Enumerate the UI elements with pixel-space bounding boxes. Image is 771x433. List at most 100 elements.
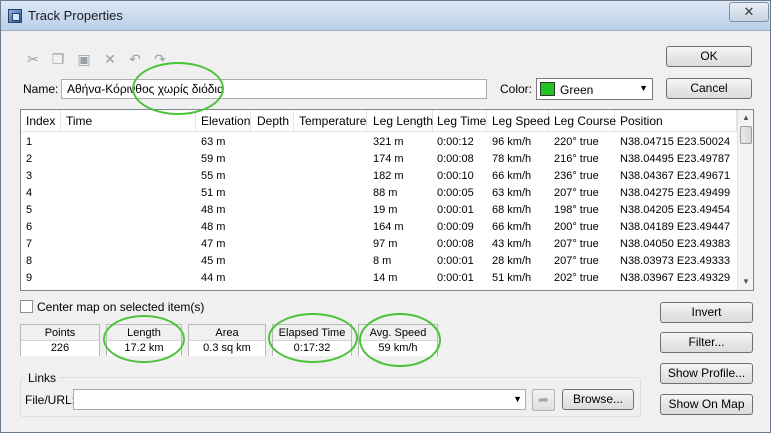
cell-position: N38.04205 E23.49454 (620, 204, 731, 216)
stat-value: 59 km/h (359, 341, 437, 356)
center-map-label: Center map on selected item(s) (37, 300, 205, 314)
cell-leg-time: 0:00:08 (437, 153, 474, 165)
cell-leg-course: 202° true (554, 272, 599, 284)
cell-leg-length: 14 m (373, 272, 398, 284)
cell-leg-length: 88 m (373, 187, 398, 199)
window-title: Track Properties (28, 8, 123, 23)
cell-leg-course: 236° true (554, 170, 599, 182)
table-row[interactable]: 1 63 m 321 m 0:00:12 96 km/h 220° true N… (21, 134, 737, 151)
redo-icon[interactable]: ↷ (152, 51, 168, 67)
name-input[interactable]: Αθήνα-Κόρινθος χωρίς διόδια (61, 79, 487, 99)
file-url-input[interactable]: ▼ (73, 389, 526, 410)
stat-value: 226 (21, 341, 99, 356)
stat-length: Length 17.2 km (106, 324, 182, 356)
cell-leg-time: 0:00:05 (437, 187, 474, 199)
browse-button[interactable]: Browse... (562, 389, 634, 410)
cell-elevation: 48 m (201, 204, 226, 216)
track-properties-dialog: Track Properties ✕ ✂ ❐ ▣ ✕ ↶ ↷ Name: Αθή… (0, 0, 771, 433)
cell-index: 9 (26, 272, 33, 284)
cell-leg-course: 207° true (554, 255, 599, 267)
table-row[interactable]: 9 44 m 14 m 0:00:01 51 km/h 202° true N3… (21, 270, 737, 287)
ok-button[interactable]: OK (666, 46, 752, 67)
cell-leg-length: 321 m (373, 136, 404, 148)
cell-leg-course: 220° true (554, 136, 599, 148)
stat-label: Length (107, 325, 181, 341)
cancel-button[interactable]: Cancel (666, 78, 752, 99)
cell-position: N38.03973 E23.49333 (620, 255, 731, 267)
table-row[interactable]: 2 59 m 174 m 0:00:08 78 km/h 216° true N… (21, 151, 737, 168)
cell-index: 3 (26, 170, 33, 182)
cell-leg-speed: 78 km/h (492, 153, 532, 165)
table-row[interactable]: 6 48 m 164 m 0:00:09 66 km/h 200° true N… (21, 219, 737, 236)
chevron-down-icon: ▼ (639, 83, 648, 93)
stat-points: Points 226 (20, 324, 100, 356)
cell-position: N38.04367 E23.49671 (620, 170, 731, 182)
cell-elevation: 44 m (201, 272, 226, 284)
column-header-temperature[interactable]: Temperature (294, 110, 367, 132)
cell-leg-time: 0:00:01 (437, 255, 474, 267)
cell-elevation: 47 m (201, 238, 226, 250)
column-header-leg-length[interactable]: Leg Length (368, 110, 433, 132)
cell-leg-speed: 63 km/h (492, 187, 532, 199)
paste-icon[interactable]: ▣ (76, 51, 92, 67)
column-header-index[interactable]: Index (21, 110, 61, 132)
copy-icon[interactable]: ❐ (50, 51, 66, 67)
table-row[interactable]: 3 55 m 182 m 0:00:10 66 km/h 236° true N… (21, 168, 737, 185)
cell-elevation: 48 m (201, 221, 226, 233)
track-points-table[interactable]: Index Time Elevation Depth Temperature L… (20, 109, 754, 291)
cell-leg-speed: 66 km/h (492, 221, 532, 233)
undo-icon[interactable]: ↶ (127, 51, 143, 67)
cell-leg-course: 200° true (554, 221, 599, 233)
column-header-leg-time[interactable]: Leg Time (432, 110, 487, 132)
scroll-up-icon[interactable]: ▲ (738, 110, 753, 126)
scroll-thumb[interactable] (740, 126, 752, 144)
column-header-leg-speed[interactable]: Leg Speed (487, 110, 550, 132)
cell-position: N38.04050 E23.49383 (620, 238, 731, 250)
stat-label: Points (21, 325, 99, 341)
cell-leg-time: 0:00:09 (437, 221, 474, 233)
cell-index: 6 (26, 221, 33, 233)
center-map-checkbox[interactable] (20, 300, 33, 313)
go-arrow-icon[interactable]: ➦ (532, 389, 555, 411)
cell-elevation: 55 m (201, 170, 226, 182)
stat-value: 17.2 km (107, 341, 181, 356)
cell-leg-length: 8 m (373, 255, 392, 267)
invert-button[interactable]: Invert (660, 302, 753, 323)
scroll-down-icon[interactable]: ▼ (738, 274, 753, 290)
table-row[interactable]: 7 47 m 97 m 0:00:08 43 km/h 207° true N3… (21, 236, 737, 253)
column-header-leg-course[interactable]: Leg Course (549, 110, 616, 132)
delete-icon[interactable]: ✕ (102, 51, 118, 67)
stat-area: Area 0.3 sq km (188, 324, 266, 356)
close-button[interactable]: ✕ (729, 2, 769, 22)
scissors-icon[interactable]: ✂ (25, 51, 41, 67)
cell-leg-time: 0:00:10 (437, 170, 474, 182)
column-header-depth[interactable]: Depth (252, 110, 294, 132)
color-select-value: Green (560, 83, 594, 97)
cell-leg-time: 0:00:08 (437, 238, 474, 250)
cell-leg-speed: 96 km/h (492, 136, 532, 148)
vertical-scrollbar[interactable]: ▲ ▼ (737, 110, 753, 290)
cell-leg-speed: 28 km/h (492, 255, 532, 267)
column-header-position[interactable]: Position (615, 110, 737, 132)
chevron-down-icon[interactable]: ▼ (513, 394, 522, 404)
cell-leg-time: 0:00:01 (437, 204, 474, 216)
filter-button[interactable]: Filter... (660, 332, 753, 353)
cell-leg-length: 97 m (373, 238, 398, 250)
cell-leg-length: 19 m (373, 204, 398, 216)
show-profile-button[interactable]: Show Profile... (660, 363, 753, 384)
stat-elapsed-time: Elapsed Time 0:17:32 (272, 324, 352, 356)
column-header-elevation[interactable]: Elevation (196, 110, 251, 132)
column-header-time[interactable]: Time (61, 110, 196, 132)
show-on-map-button[interactable]: Show On Map (660, 394, 753, 415)
cell-index: 4 (26, 187, 33, 199)
table-row[interactable]: 8 45 m 8 m 0:00:01 28 km/h 207° true N38… (21, 253, 737, 270)
cell-position: N38.04495 E23.49787 (620, 153, 731, 165)
color-select[interactable]: Green ▼ (536, 78, 653, 100)
cell-index: 7 (26, 238, 33, 250)
table-row[interactable]: 4 51 m 88 m 0:00:05 63 km/h 207° true N3… (21, 185, 737, 202)
cell-leg-speed: 68 km/h (492, 204, 532, 216)
table-row[interactable]: 5 48 m 19 m 0:00:01 68 km/h 198° true N3… (21, 202, 737, 219)
cell-position: N38.04189 E23.49447 (620, 221, 731, 233)
cell-leg-length: 182 m (373, 170, 404, 182)
cell-index: 8 (26, 255, 33, 267)
